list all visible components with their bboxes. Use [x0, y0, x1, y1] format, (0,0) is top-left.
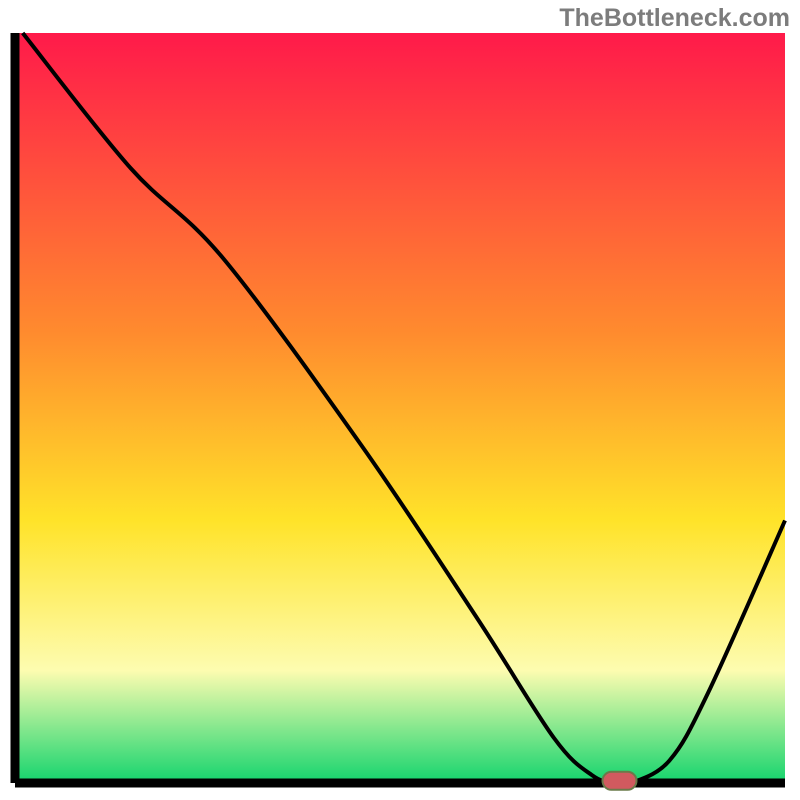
plot-svg [0, 0, 800, 800]
optimal-point-marker [603, 772, 637, 790]
bottleneck-chart: TheBottleneck.com [0, 0, 800, 800]
watermark-text: TheBottleneck.com [559, 4, 790, 33]
plot-background [15, 33, 785, 783]
